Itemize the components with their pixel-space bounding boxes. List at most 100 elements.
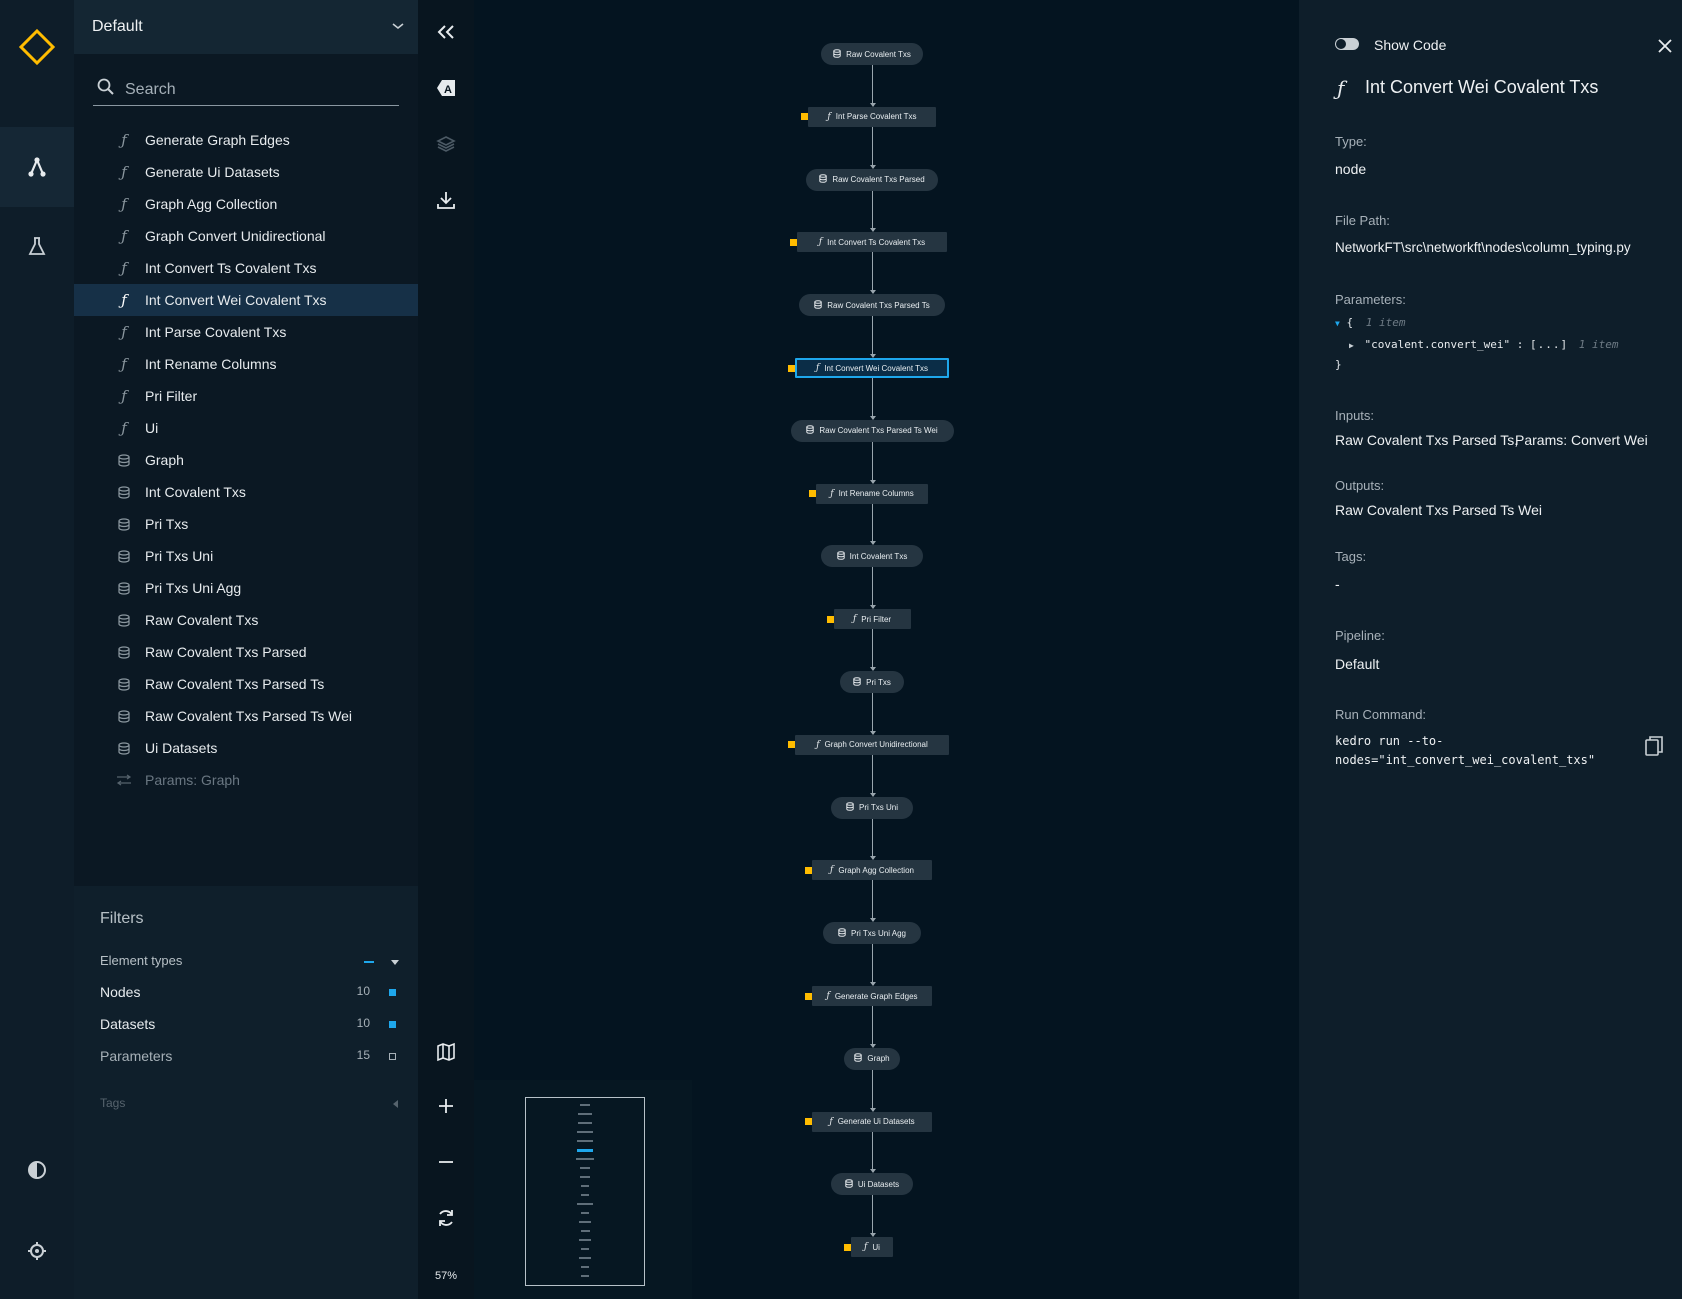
list-item[interactable]: ƒ Int Parse Covalent Txs xyxy=(74,316,418,348)
toggle-labels-button[interactable]: A xyxy=(418,68,474,108)
tags-label: Tags xyxy=(100,1096,126,1110)
search-field[interactable]: Search xyxy=(93,74,399,106)
function-icon: ƒ xyxy=(121,291,127,309)
minimap-node xyxy=(581,1185,589,1187)
list-item[interactable]: Raw Covalent Txs Parsed Ts xyxy=(74,668,418,700)
export-button[interactable] xyxy=(418,180,474,220)
tags-group[interactable]: Tags xyxy=(100,1094,400,1114)
list-item[interactable]: ƒ Int Rename Columns xyxy=(74,348,418,380)
toggle-minimap-button[interactable] xyxy=(418,1032,474,1072)
json-key: "covalent.convert_wei" xyxy=(1364,338,1511,351)
pipeline-dropdown[interactable]: Default xyxy=(74,0,418,54)
list-item[interactable]: ƒ Pri Filter xyxy=(74,380,418,412)
filter-checkbox[interactable] xyxy=(389,1021,396,1028)
list-item-label: Raw Covalent Txs Parsed xyxy=(145,644,307,660)
search-input[interactable]: Search xyxy=(125,81,176,99)
caret-down-icon[interactable]: ▼ xyxy=(1335,319,1340,328)
flowchart-view-button[interactable] xyxy=(0,127,74,207)
toggle-layers-button[interactable] xyxy=(418,124,474,164)
graph-function-node[interactable]: ƒ Ui xyxy=(850,1237,894,1258)
graph-dataset-node[interactable]: Int Covalent Txs xyxy=(820,545,924,568)
settings-button[interactable] xyxy=(0,1211,74,1291)
zoom-out-button[interactable] xyxy=(418,1142,474,1182)
list-item[interactable]: ƒ Graph Convert Unidirectional xyxy=(74,220,418,252)
list-item[interactable]: Pri Txs Uni Agg xyxy=(74,572,418,604)
list-item[interactable]: ƒ Int Convert Wei Covalent Txs xyxy=(74,284,418,316)
graph-function-node[interactable]: ƒ Pri Filter xyxy=(833,609,911,630)
caret-down-icon[interactable] xyxy=(390,954,400,970)
dataset-icon xyxy=(836,551,845,562)
graph-edge xyxy=(872,629,873,667)
graph-dataset-node[interactable]: Raw Covalent Txs xyxy=(820,43,924,65)
copy-icon[interactable] xyxy=(1644,735,1664,762)
caret-right-icon[interactable]: ▶ xyxy=(1349,341,1354,350)
filter-checkbox[interactable] xyxy=(389,989,396,996)
graph-function-node[interactable]: ƒ Int Parse Covalent Txs xyxy=(807,106,937,127)
theme-toggle-button[interactable] xyxy=(0,1130,74,1210)
inputs-value-1: Raw Covalent Txs Parsed Ts, xyxy=(1335,432,1519,448)
graph-function-node[interactable]: ƒ Int Convert Wei Covalent Txs xyxy=(794,358,950,378)
filter-row[interactable]: Parameters 15 xyxy=(100,1048,400,1068)
list-item[interactable]: ƒ Graph Agg Collection xyxy=(74,188,418,220)
parameters-entry[interactable]: ▶ "covalent.convert_wei" : [...] 1 item xyxy=(1349,338,1619,351)
collapse-minus-icon[interactable] xyxy=(364,961,374,963)
caret-left-icon[interactable] xyxy=(392,1096,400,1112)
minimap-node xyxy=(579,1167,591,1169)
parameters-json[interactable]: ▼ { 1 item xyxy=(1335,316,1405,329)
filter-checkbox[interactable] xyxy=(389,1053,396,1060)
graph-function-node[interactable]: ƒ Int Convert Ts Covalent Txs xyxy=(796,232,948,253)
run-command-line-1: kedro run --to- xyxy=(1335,734,1444,748)
filters-title: Filters xyxy=(100,910,144,927)
kedro-logo-icon[interactable] xyxy=(18,28,56,66)
list-item[interactable]: ƒ Generate Graph Edges xyxy=(74,124,418,156)
graph-node-label: Raw Covalent Txs Parsed Ts xyxy=(827,300,930,310)
graph-dataset-node[interactable]: Raw Covalent Txs Parsed Ts Wei xyxy=(790,419,954,442)
minimap-node xyxy=(576,1158,594,1160)
chevron-down-icon xyxy=(392,18,404,36)
graph-dataset-node[interactable]: Ui Datasets xyxy=(831,1173,913,1196)
graph-function-node[interactable]: ƒ Generate Graph Edges xyxy=(812,986,932,1006)
list-item[interactable]: Pri Txs Uni xyxy=(74,540,418,572)
reset-zoom-button[interactable] xyxy=(418,1198,474,1238)
experiment-tracking-button[interactable] xyxy=(0,206,74,286)
list-item[interactable]: ƒ Int Convert Ts Covalent Txs xyxy=(74,252,418,284)
graph-function-node[interactable]: ƒ Graph Agg Collection xyxy=(812,860,932,881)
graph-edge-arrow xyxy=(869,164,876,169)
graph-dataset-node[interactable]: Graph xyxy=(844,1047,900,1070)
graph-function-node[interactable]: ƒ Generate Ui Datasets xyxy=(812,1111,932,1132)
list-item[interactable]: Raw Covalent Txs xyxy=(74,604,418,636)
list-item[interactable]: Raw Covalent Txs Parsed xyxy=(74,636,418,668)
graph-dataset-node[interactable]: Raw Covalent Txs Parsed Ts xyxy=(799,294,945,317)
graph-edge xyxy=(872,378,873,416)
graph-function-node[interactable]: ƒ Graph Convert Unidirectional xyxy=(794,734,950,755)
element-types-group[interactable]: Element types xyxy=(100,952,400,972)
pipeline-graph[interactable]: Raw Covalent Txs ƒ Int Parse Covalent Txs R… xyxy=(474,0,1299,1299)
graph-function-node[interactable]: ƒ Int Rename Columns xyxy=(816,483,928,504)
close-icon[interactable] xyxy=(1657,38,1673,59)
list-item[interactable]: Raw Covalent Txs Parsed Ts Wei xyxy=(74,700,418,732)
graph-dataset-node[interactable]: Raw Covalent Txs Parsed xyxy=(805,168,939,191)
graph-dataset-node[interactable]: Pri Txs xyxy=(839,671,905,693)
list-item[interactable]: ƒ Ui xyxy=(74,412,418,444)
list-item[interactable]: ƒ Generate Ui Datasets xyxy=(74,156,418,188)
minimap[interactable] xyxy=(474,1080,692,1299)
graph-dataset-node[interactable]: Pri Txs Uni xyxy=(831,796,913,819)
list-item[interactable]: Graph xyxy=(74,444,418,476)
show-code-toggle[interactable] xyxy=(1335,38,1359,50)
filter-row[interactable]: Datasets 10 xyxy=(100,1016,400,1036)
zoom-in-button[interactable] xyxy=(418,1086,474,1126)
graph-edge-arrow xyxy=(869,792,876,797)
list-item[interactable]: Pri Txs xyxy=(74,508,418,540)
list-item[interactable]: Params: Graph xyxy=(74,764,418,796)
filter-count: 10 xyxy=(356,1016,370,1030)
filter-row[interactable]: Nodes 10 xyxy=(100,984,400,1004)
filter-label: Parameters xyxy=(100,1048,173,1064)
minimap-node xyxy=(576,1131,594,1133)
json-value: [...] xyxy=(1530,338,1569,351)
graph-dataset-node[interactable]: Pri Txs Uni Agg xyxy=(822,922,922,945)
list-item[interactable]: Ui Datasets xyxy=(74,732,418,764)
collapse-sidebar-button[interactable] xyxy=(418,12,474,52)
list-item[interactable]: Int Covalent Txs xyxy=(74,476,418,508)
json-close-brace: } xyxy=(1335,358,1342,371)
function-icon: ƒ xyxy=(829,1116,833,1127)
